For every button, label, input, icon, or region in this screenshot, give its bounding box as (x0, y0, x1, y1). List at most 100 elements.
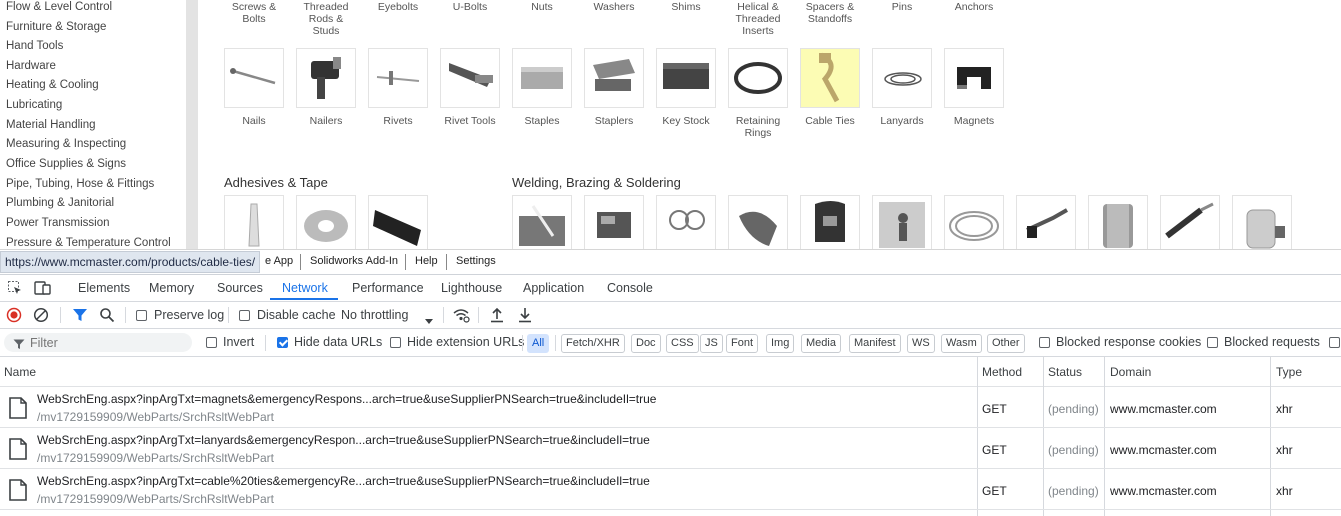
type-filter-media[interactable]: Media (801, 334, 841, 353)
solidworks-addin-link[interactable]: Solidworks Add-In (310, 255, 398, 267)
blocked-response-cookies-label[interactable]: Blocked response cookies (1056, 335, 1201, 349)
invert-label[interactable]: Invert (223, 335, 254, 349)
filter-box[interactable] (4, 333, 192, 352)
product-category-link[interactable]: Magnets (939, 115, 1009, 127)
request-url[interactable]: WebSrchEng.aspx?inpArgTxt=magnets&emerge… (37, 392, 656, 406)
product-thumbnail[interactable] (800, 48, 860, 108)
product-category-link[interactable]: Anchors (939, 1, 1009, 13)
filter-input[interactable] (30, 334, 180, 351)
column-header-domain[interactable]: Domain (1110, 365, 1151, 379)
inspect-element-icon[interactable] (7, 280, 23, 301)
column-header-status[interactable]: Status (1048, 365, 1082, 379)
table-row[interactable]: WebSrchEng.aspx?inpArgTxt=magnets&emerge… (0, 387, 1341, 428)
category-link[interactable]: Hand Tools (6, 40, 63, 52)
request-url[interactable]: WebSrchEng.aspx?inpArgTxt=cable%20ties&e… (37, 474, 650, 488)
product-category-link[interactable]: Retaining Rings (723, 115, 793, 139)
category-link[interactable]: Material Handling (6, 119, 96, 131)
product-category-link[interactable]: Nails (219, 115, 289, 127)
product-thumbnail[interactable] (656, 195, 716, 249)
invert-checkbox[interactable] (206, 337, 217, 348)
column-header-type[interactable]: Type (1276, 365, 1302, 379)
product-category-link[interactable]: Key Stock (651, 115, 721, 127)
disable-cache-label[interactable]: Disable cache (257, 308, 336, 322)
device-toolbar-icon[interactable] (34, 280, 52, 301)
column-header-name[interactable]: Name (4, 365, 36, 379)
type-filter-js[interactable]: JS (700, 334, 723, 353)
product-category-link[interactable]: Cable Ties (795, 115, 865, 127)
throttling-select[interactable]: No throttling (341, 308, 408, 322)
search-icon[interactable] (99, 307, 115, 328)
category-link[interactable]: Heating & Cooling (6, 79, 99, 91)
type-filter-fetch-xhr[interactable]: Fetch/XHR (561, 334, 625, 353)
product-thumbnail[interactable] (512, 195, 572, 249)
product-thumbnail[interactable] (872, 195, 932, 249)
settings-link[interactable]: Settings (456, 255, 496, 267)
type-filter-manifest[interactable]: Manifest (849, 334, 901, 353)
product-thumbnail[interactable] (1160, 195, 1220, 249)
product-category-link[interactable]: Staplers (579, 115, 649, 127)
type-filter-ws[interactable]: WS (907, 334, 935, 353)
product-thumbnail[interactable] (224, 195, 284, 249)
section-heading-adhesives[interactable]: Adhesives & Tape (224, 175, 328, 190)
type-filter-wasm[interactable]: Wasm (941, 334, 982, 353)
record-stop-icon[interactable] (6, 307, 22, 328)
blocked-response-cookies-checkbox[interactable] (1039, 337, 1050, 348)
blocked-requests-label[interactable]: Blocked requests (1224, 335, 1320, 349)
category-link[interactable]: Plumbing & Janitorial (6, 197, 114, 209)
help-link[interactable]: Help (415, 255, 438, 267)
app-link[interactable]: e App (265, 255, 293, 267)
product-thumbnail[interactable] (368, 48, 428, 108)
product-category-link[interactable]: Pins (867, 1, 937, 13)
product-category-link[interactable]: Spacers & Standoffs (795, 1, 865, 25)
category-link[interactable]: Pipe, Tubing, Hose & Fittings (6, 178, 154, 190)
disable-cache-checkbox[interactable] (239, 310, 250, 321)
type-filter-all[interactable]: All (527, 334, 550, 353)
tab-sources[interactable]: Sources (217, 281, 263, 295)
hide-data-urls-label[interactable]: Hide data URLs (294, 335, 382, 349)
tab-performance[interactable]: Performance (352, 281, 424, 295)
clear-log-icon[interactable] (33, 307, 49, 328)
product-category-link[interactable]: Nuts (507, 1, 577, 13)
type-filter-css[interactable]: CSS (666, 334, 699, 353)
category-link[interactable]: Pressure & Temperature Control (6, 237, 171, 249)
product-category-link[interactable]: Staples (507, 115, 577, 127)
product-thumbnail[interactable] (224, 48, 284, 108)
export-har-icon[interactable] (518, 307, 532, 328)
chevron-down-icon[interactable] (424, 312, 434, 330)
request-url[interactable]: WebSrchEng.aspx?inpArgTxt=lanyards&emerg… (37, 433, 650, 447)
product-thumbnail[interactable] (584, 48, 644, 108)
filter-funnel-icon[interactable] (72, 308, 88, 328)
product-category-link[interactable]: Rivet Tools (435, 115, 505, 127)
product-category-link[interactable]: Washers (579, 1, 649, 13)
product-thumbnail[interactable] (728, 195, 788, 249)
sidebar-scrollbar[interactable] (186, 0, 198, 249)
product-thumbnail[interactable] (368, 195, 428, 249)
category-link[interactable]: Hardware (6, 60, 56, 72)
blocked-requests-checkbox[interactable] (1207, 337, 1218, 348)
product-category-link[interactable]: U-Bolts (435, 1, 505, 13)
product-category-link[interactable]: Rivets (363, 115, 433, 127)
hide-extension-urls-label[interactable]: Hide extension URLs (407, 335, 524, 349)
type-filter-font[interactable]: Font (726, 334, 759, 353)
category-link[interactable]: Flow & Level Control (6, 1, 112, 13)
product-category-link[interactable]: Nailers (291, 115, 361, 127)
product-thumbnail[interactable] (944, 48, 1004, 108)
product-thumbnail[interactable] (944, 195, 1004, 249)
tab-console[interactable]: Console (607, 281, 653, 295)
type-filter-doc[interactable]: Doc (631, 334, 661, 353)
product-category-link[interactable]: Helical & Threaded Inserts (723, 1, 793, 37)
tab-application[interactable]: Application (523, 281, 584, 295)
product-thumbnail[interactable] (512, 48, 572, 108)
category-link[interactable]: Furniture & Storage (6, 21, 106, 33)
product-thumbnail[interactable] (584, 195, 644, 249)
tab-lighthouse[interactable]: Lighthouse (441, 281, 502, 295)
table-row[interactable]: WebSrchEng.aspx?inpArgTxt=cable%20ties&e… (0, 469, 1341, 510)
table-row[interactable]: WebSrchEng.aspx?inpArgTxt=lanyards&emerg… (0, 428, 1341, 469)
product-thumbnail[interactable] (1088, 195, 1148, 249)
tab-network[interactable]: Network (282, 281, 328, 295)
hide-extension-urls-checkbox[interactable] (390, 337, 401, 348)
type-filter-other[interactable]: Other (987, 334, 1025, 353)
third-party-requests-checkbox[interactable] (1329, 337, 1340, 348)
product-thumbnail[interactable] (728, 48, 788, 108)
category-link[interactable]: Lubricating (6, 99, 62, 111)
